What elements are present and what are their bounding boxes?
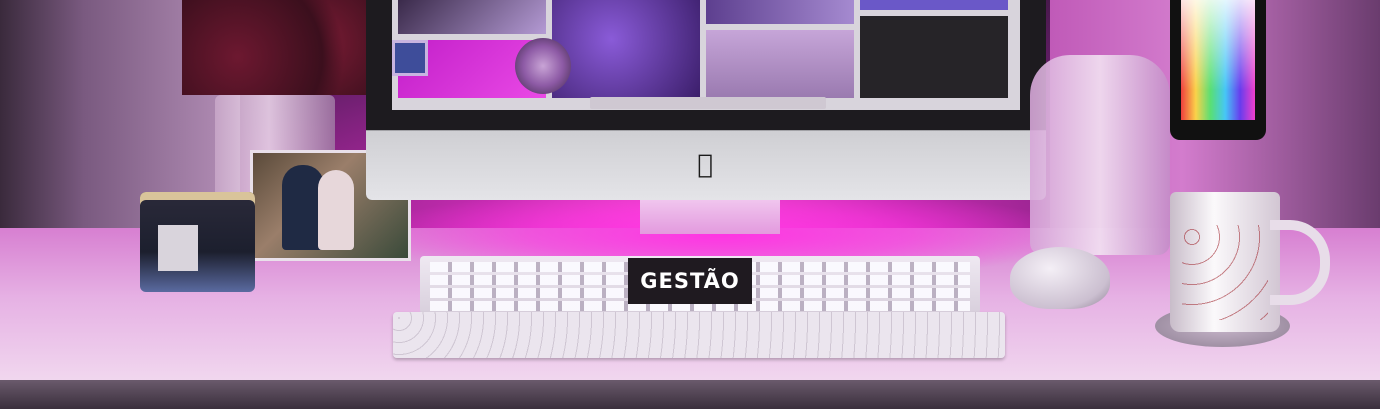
mouse	[1010, 247, 1110, 309]
screen-tile	[860, 16, 1008, 98]
screen-tile	[398, 0, 546, 34]
screen-tile	[706, 0, 854, 24]
apple-logo-icon: 	[693, 150, 717, 180]
monitor-screen	[392, 0, 1020, 110]
candle-label	[158, 225, 198, 271]
monitor-stand	[640, 200, 780, 234]
screen-tile	[860, 0, 1008, 10]
screen-tile	[706, 30, 854, 98]
desk-edge	[0, 380, 1380, 409]
screen-window-image	[392, 40, 428, 76]
category-title: GESTÃO	[640, 269, 740, 293]
keyboard-palm-rest	[393, 312, 1005, 358]
photo-person-right	[318, 170, 354, 250]
mac-dock	[590, 97, 826, 109]
roses-bouquet	[182, 0, 367, 95]
hero-banner:  GESTÃO	[0, 0, 1380, 409]
screen-flower-image	[515, 38, 571, 94]
mug-print	[1182, 225, 1268, 320]
phone-screen	[1181, 0, 1255, 120]
category-title-badge[interactable]: GESTÃO	[628, 258, 752, 304]
hand-sculpture	[1030, 55, 1170, 255]
screen-tile	[552, 0, 700, 98]
